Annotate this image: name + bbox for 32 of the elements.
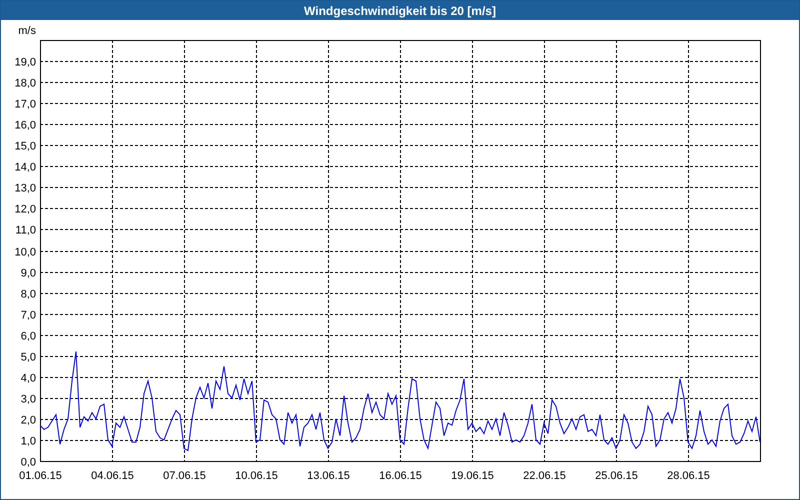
x-tick-label: 07.06.15 xyxy=(163,470,206,482)
y-tick-label: 2,0 xyxy=(20,414,36,426)
y-tick-label: 6,0 xyxy=(20,330,36,342)
y-tick-label: 8,0 xyxy=(20,288,36,300)
y-tick-label: 3,0 xyxy=(20,394,36,406)
y-tick-label: 18,0 xyxy=(14,78,36,90)
y-tick-label: 16,0 xyxy=(14,120,36,132)
y-tick-label: 15,0 xyxy=(14,140,36,152)
x-tick-label: 22.06.15 xyxy=(523,470,566,482)
y-tick-label: 12,0 xyxy=(14,204,36,216)
y-tick-label: 9,0 xyxy=(20,268,36,280)
x-tick-label: 10.06.15 xyxy=(235,470,278,482)
y-axis-label: m/s xyxy=(18,25,36,37)
y-tick-label: 1,0 xyxy=(20,436,36,448)
y-tick-label: 10,0 xyxy=(14,246,36,258)
y-tick-label: 13,0 xyxy=(14,182,36,194)
x-tick-label: 28.06.15 xyxy=(667,470,710,482)
y-tick-label: 4,0 xyxy=(20,372,36,384)
y-tick-label: 14,0 xyxy=(14,162,36,174)
x-tick-label: 01.06.15 xyxy=(19,470,62,482)
x-tick-label: 04.06.15 xyxy=(91,470,134,482)
x-tick-label: 19.06.15 xyxy=(451,470,494,482)
y-tick-label: 17,0 xyxy=(14,98,36,110)
x-tick-label: 13.06.15 xyxy=(307,470,350,482)
y-tick-label: 7,0 xyxy=(20,310,36,322)
title-bar: Windgeschwindigkeit bis 20 [m/s] xyxy=(1,1,799,20)
y-tick-label: 19,0 xyxy=(14,56,36,68)
y-tick-label: 5,0 xyxy=(20,352,36,364)
x-tick-label: 25.06.15 xyxy=(595,470,638,482)
x-tick-label: 16.06.15 xyxy=(379,470,422,482)
y-tick-label: 0,0 xyxy=(20,456,36,468)
y-tick-label: 11,0 xyxy=(15,224,36,236)
